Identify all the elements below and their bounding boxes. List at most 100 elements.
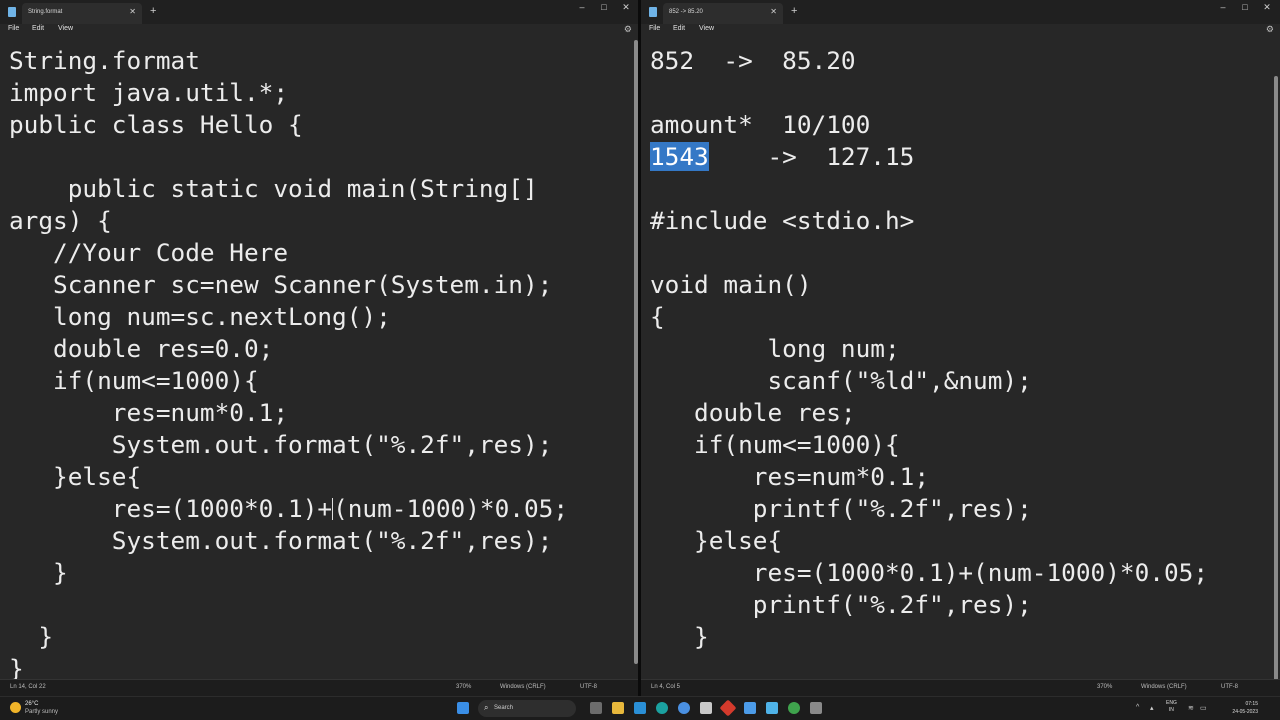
minimize-button[interactable]: – (1213, 2, 1233, 12)
code-line: //Your Code Here (9, 238, 289, 267)
notepad-icon[interactable] (766, 702, 778, 714)
menu-file[interactable]: File (649, 25, 660, 32)
menu-edit[interactable]: Edit (32, 25, 44, 32)
new-tab-button[interactable]: + (791, 5, 797, 17)
notepad-icon (8, 7, 16, 17)
title-bar[interactable]: 852 -> 85.20 ✕ + – □ ✕ (641, 0, 1280, 24)
code-text[interactable]: String.format import java.util.*; public… (0, 36, 638, 685)
language-indicator[interactable]: ENG IN (1166, 700, 1177, 714)
taskbar: 26°C Partly sunny ⌕ Search ^ ▴ ENG IN ≋ … (0, 696, 1280, 720)
code-line: #include <stdio.h> (650, 206, 915, 235)
code-line: res=(1000*0.1)+(num-1000)*0.05; (650, 558, 1209, 587)
encoding: UTF-8 (1221, 684, 1238, 690)
clock-time: 07:15 (1245, 701, 1258, 707)
app-icon[interactable] (634, 702, 646, 714)
selected-text[interactable]: 1543 (650, 142, 709, 171)
search-input[interactable]: ⌕ Search (478, 700, 576, 717)
tab-title: 852 -> 85.20 (669, 9, 703, 15)
code-line: long num=sc.nextLong(); (9, 302, 391, 331)
task-view-icon[interactable] (590, 702, 602, 714)
tab-string-format[interactable]: String.format ✕ (22, 3, 142, 24)
search-icon: ⌕ (484, 703, 489, 712)
new-tab-button[interactable]: + (150, 5, 156, 17)
code-line: double res; (650, 398, 856, 427)
code-text[interactable]: 852 -> 85.20 amount* 10/100 1543 -> 127.… (641, 36, 1280, 653)
code-line: } (650, 622, 709, 651)
store-icon[interactable] (700, 702, 712, 714)
app-icon[interactable] (744, 702, 756, 714)
maximize-button[interactable]: □ (1235, 2, 1255, 12)
status-bar: Ln 4, Col 5 370% Windows (CRLF) UTF-8 (641, 679, 1280, 696)
vertical-scrollbar[interactable] (1274, 76, 1278, 696)
tab-852[interactable]: 852 -> 85.20 ✕ (663, 3, 783, 24)
code-line: printf("%.2f",res); (650, 590, 1032, 619)
code-line: Scanner sc=new Scanner(System.in); (9, 270, 553, 299)
weather-temperature[interactable]: 26°C (25, 701, 38, 707)
code-line: }else{ (9, 462, 142, 491)
code-line: 852 -> 85.20 (650, 46, 856, 75)
status-bar: Ln 14, Col 22 370% Windows (CRLF) UTF-8 (0, 679, 638, 696)
line-ending: Windows (CRLF) (1141, 684, 1187, 690)
code-line: res=num*0.1; (650, 462, 930, 491)
close-tab-icon[interactable]: ✕ (129, 7, 136, 16)
title-bar[interactable]: String.format ✕ + – □ ✕ (0, 0, 638, 24)
close-button[interactable]: ✕ (616, 2, 636, 13)
close-button[interactable]: ✕ (1257, 2, 1277, 13)
gear-icon[interactable]: ⚙ (1266, 24, 1274, 35)
clock[interactable]: 07:15 24-05-2023 (1208, 700, 1258, 716)
notepad-icon (649, 7, 657, 17)
code-line: public class Hello { (9, 110, 303, 139)
text-editor[interactable]: 852 -> 85.20 amount* 10/100 1543 -> 127.… (641, 36, 1280, 696)
clock-date: 24-05-2023 (1232, 709, 1258, 715)
weather-condition[interactable]: Partly sunny (25, 709, 58, 715)
code-line: if(num<=1000){ (650, 430, 900, 459)
weather-sun-icon[interactable] (10, 702, 21, 713)
text-editor[interactable]: String.format import java.util.*; public… (0, 36, 638, 683)
menu-bar: File Edit View ⚙ (0, 24, 638, 36)
code-line: res=(1000*0.1)+ (9, 494, 333, 523)
edge-icon[interactable] (656, 702, 668, 714)
cursor-position: Ln 14, Col 22 (10, 684, 46, 690)
notepad-window-left: String.format ✕ + – □ ✕ File Edit View ⚙… (0, 0, 638, 696)
code-line: long num; (650, 334, 900, 363)
close-tab-icon[interactable]: ✕ (770, 7, 777, 16)
code-line: { (650, 302, 665, 331)
code-line: res=num*0.1; (9, 398, 289, 427)
menu-view[interactable]: View (699, 25, 714, 32)
code-line: printf("%.2f",res); (650, 494, 1032, 523)
chevron-up-icon[interactable]: ^ (1136, 704, 1139, 711)
file-explorer-icon[interactable] (612, 702, 624, 714)
minimize-button[interactable]: – (572, 2, 592, 12)
code-line: -> 127.15 (708, 142, 915, 171)
code-line: public static void main(String[] (9, 174, 538, 203)
code-line: String.format (9, 46, 200, 75)
line-ending: Windows (CRLF) (500, 684, 546, 690)
code-line: } (9, 558, 68, 587)
code-line: import java.util.*; (9, 78, 289, 107)
windows-start-icon[interactable] (457, 702, 469, 714)
gear-icon[interactable]: ⚙ (624, 24, 632, 35)
wifi-icon[interactable]: ≋ (1188, 704, 1194, 712)
menu-view[interactable]: View (58, 25, 73, 32)
code-line: amount* 10/100 (650, 110, 871, 139)
code-line: void main() (650, 270, 812, 299)
app-icon[interactable] (810, 702, 822, 714)
network-icon[interactable]: ▴ (1150, 704, 1154, 712)
notepad-window-right: 852 -> 85.20 ✕ + – □ ✕ File Edit View ⚙ … (641, 0, 1280, 696)
code-line: System.out.format("%.2f",res); (9, 526, 553, 555)
app-icon[interactable] (719, 699, 737, 717)
chrome-icon[interactable] (788, 702, 800, 714)
vertical-scrollbar[interactable] (634, 40, 638, 664)
code-line: scanf("%ld",&num); (650, 366, 1032, 395)
encoding: UTF-8 (580, 684, 597, 690)
menu-file[interactable]: File (8, 25, 19, 32)
maximize-button[interactable]: □ (594, 2, 614, 12)
tab-title: String.format (28, 9, 63, 15)
menu-bar: File Edit View ⚙ (641, 24, 1280, 36)
code-line: (num-1000)*0.05; (333, 494, 569, 523)
app-icon[interactable] (678, 702, 690, 714)
menu-edit[interactable]: Edit (673, 25, 685, 32)
code-line: if(num<=1000){ (9, 366, 259, 395)
battery-icon[interactable]: ▭ (1200, 704, 1207, 712)
code-line: double res=0.0; (9, 334, 274, 363)
